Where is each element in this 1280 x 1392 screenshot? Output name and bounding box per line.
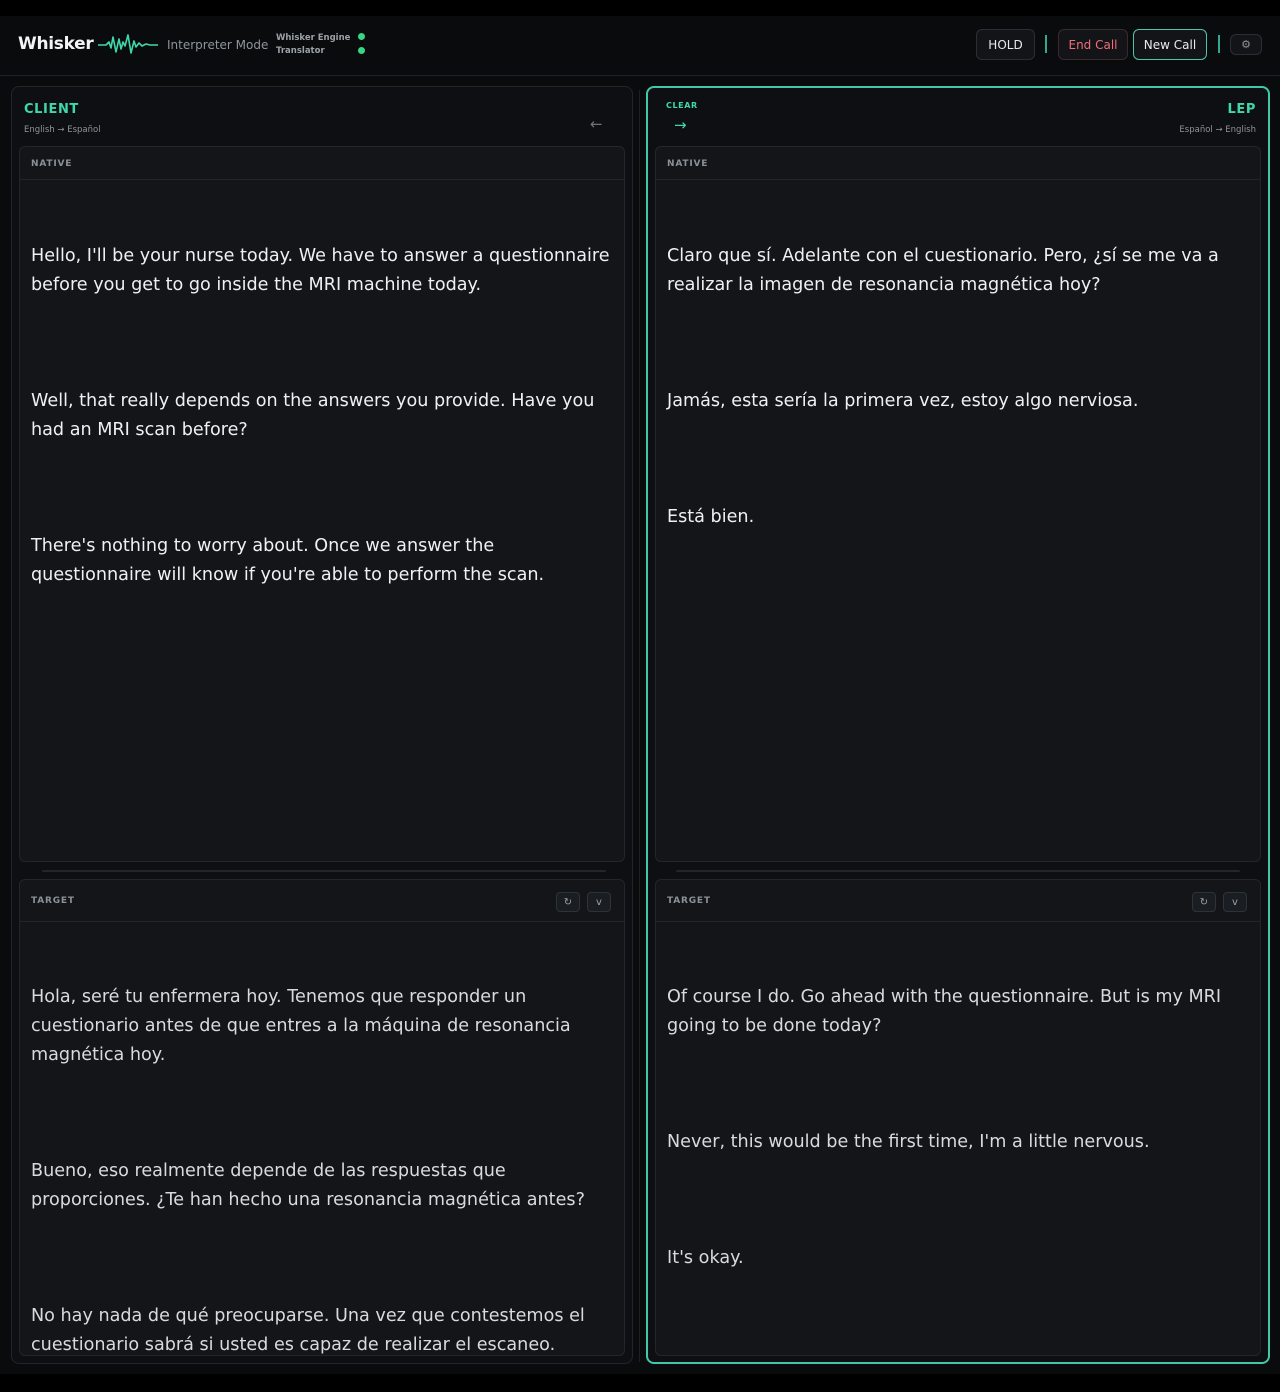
lep-native-text[interactable]: Claro que sí. Adelante con el cuestionar… bbox=[667, 184, 1249, 619]
engine-name: Whisker Engine bbox=[276, 33, 351, 43]
client-language-pair: English → Español bbox=[24, 125, 101, 135]
lep-panel-title: LEP bbox=[1227, 102, 1256, 117]
gear-icon: ⚙ bbox=[1241, 38, 1251, 51]
box-header-divider bbox=[656, 921, 1260, 922]
client-target-text[interactable]: Hola, seré tu enfermera hoy. Tenemos que… bbox=[31, 925, 613, 1355]
transcript-line: Hello, I'll be your nurse today. We have… bbox=[31, 246, 616, 295]
chevron-down-icon: v bbox=[596, 896, 602, 908]
resize-handle[interactable] bbox=[42, 870, 606, 872]
client-native-box: NATIVE Hello, I'll be your nurse today. … bbox=[19, 146, 625, 862]
clear-button[interactable]: CLEAR bbox=[666, 101, 698, 110]
header-separator bbox=[1218, 35, 1220, 53]
arrow-left-icon[interactable]: ← bbox=[590, 115, 603, 133]
brand-name: Whisker bbox=[18, 34, 94, 54]
engine-status-dot bbox=[358, 33, 365, 40]
transcript-line: It's okay. bbox=[667, 1248, 744, 1268]
settings-button[interactable]: ⚙ bbox=[1230, 34, 1262, 55]
native-label: NATIVE bbox=[667, 159, 709, 169]
new-call-button[interactable]: New Call bbox=[1133, 29, 1207, 60]
app-window: Whisker Interpreter Mode Whisker Engine … bbox=[0, 16, 1280, 1374]
transcript-line: Of course I do. Go ahead with the questi… bbox=[667, 987, 1227, 1036]
transcript-line: Bueno, eso realmente depende de las resp… bbox=[31, 1161, 585, 1210]
top-bar: Whisker Interpreter Mode Whisker Engine … bbox=[0, 16, 1280, 76]
transcript-line: Claro que sí. Adelante con el cuestionar… bbox=[667, 246, 1225, 295]
refresh-button[interactable]: ↻ bbox=[556, 892, 580, 912]
lep-panel: CLEAR → LEP Español → English NATIVE Cla… bbox=[646, 86, 1270, 1364]
target-label: TARGET bbox=[31, 896, 75, 906]
header-separator bbox=[1045, 35, 1047, 53]
box-header-divider bbox=[20, 921, 624, 922]
lep-target-text[interactable]: Of course I do. Go ahead with the questi… bbox=[667, 925, 1249, 1355]
engine-status: Whisker Engine Translator bbox=[276, 32, 350, 58]
native-label: NATIVE bbox=[31, 159, 73, 169]
waveform-icon bbox=[98, 34, 158, 54]
transcript-line: Never, this would be the first time, I'm… bbox=[667, 1132, 1150, 1152]
target-label: TARGET bbox=[667, 896, 711, 906]
client-panel: CLIENT English → Español ← NATIVE Hello,… bbox=[11, 86, 633, 1364]
chevron-down-icon: v bbox=[1232, 896, 1238, 908]
transcript-line: There's nothing to worry about. Once we … bbox=[31, 536, 545, 585]
lep-target-box: TARGET ↻ v Of course I do. Go ahead with… bbox=[655, 879, 1261, 1356]
transcript-line: Hola, seré tu enfermera hoy. Tenemos que… bbox=[31, 987, 577, 1065]
collapse-button[interactable]: v bbox=[1223, 892, 1247, 912]
interpreter-mode-label: Interpreter Mode bbox=[167, 38, 269, 52]
engine-type: Translator bbox=[276, 46, 325, 56]
client-native-text[interactable]: Hello, I'll be your nurse today. We have… bbox=[31, 184, 613, 677]
end-call-button[interactable]: End Call bbox=[1058, 29, 1128, 60]
arrow-right-icon[interactable]: → bbox=[674, 116, 687, 134]
transcript-line: Está bien. bbox=[667, 507, 755, 527]
refresh-icon: ↻ bbox=[1199, 896, 1209, 908]
hold-button[interactable]: HOLD bbox=[976, 29, 1035, 60]
refresh-button[interactable]: ↻ bbox=[1192, 892, 1216, 912]
box-header-divider bbox=[656, 179, 1260, 180]
translator-status-dot bbox=[358, 47, 365, 54]
box-header-divider bbox=[20, 179, 624, 180]
lep-native-box: NATIVE Claro que sí. Adelante con el cue… bbox=[655, 146, 1261, 862]
resize-handle[interactable] bbox=[676, 870, 1240, 872]
client-target-box: TARGET ↻ v Hola, seré tu enfermera hoy. … bbox=[19, 879, 625, 1356]
refresh-icon: ↻ bbox=[563, 896, 573, 908]
lep-language-pair: Español → English bbox=[1179, 125, 1256, 135]
client-panel-title: CLIENT bbox=[24, 102, 79, 117]
transcript-line: Well, that really depends on the answers… bbox=[31, 391, 600, 440]
panel-divider bbox=[639, 90, 640, 1362]
collapse-button[interactable]: v bbox=[587, 892, 611, 912]
transcript-line: No hay nada de qué preocuparse. Una vez … bbox=[31, 1306, 591, 1355]
transcript-line: Jamás, esta sería la primera vez, estoy … bbox=[667, 391, 1139, 411]
